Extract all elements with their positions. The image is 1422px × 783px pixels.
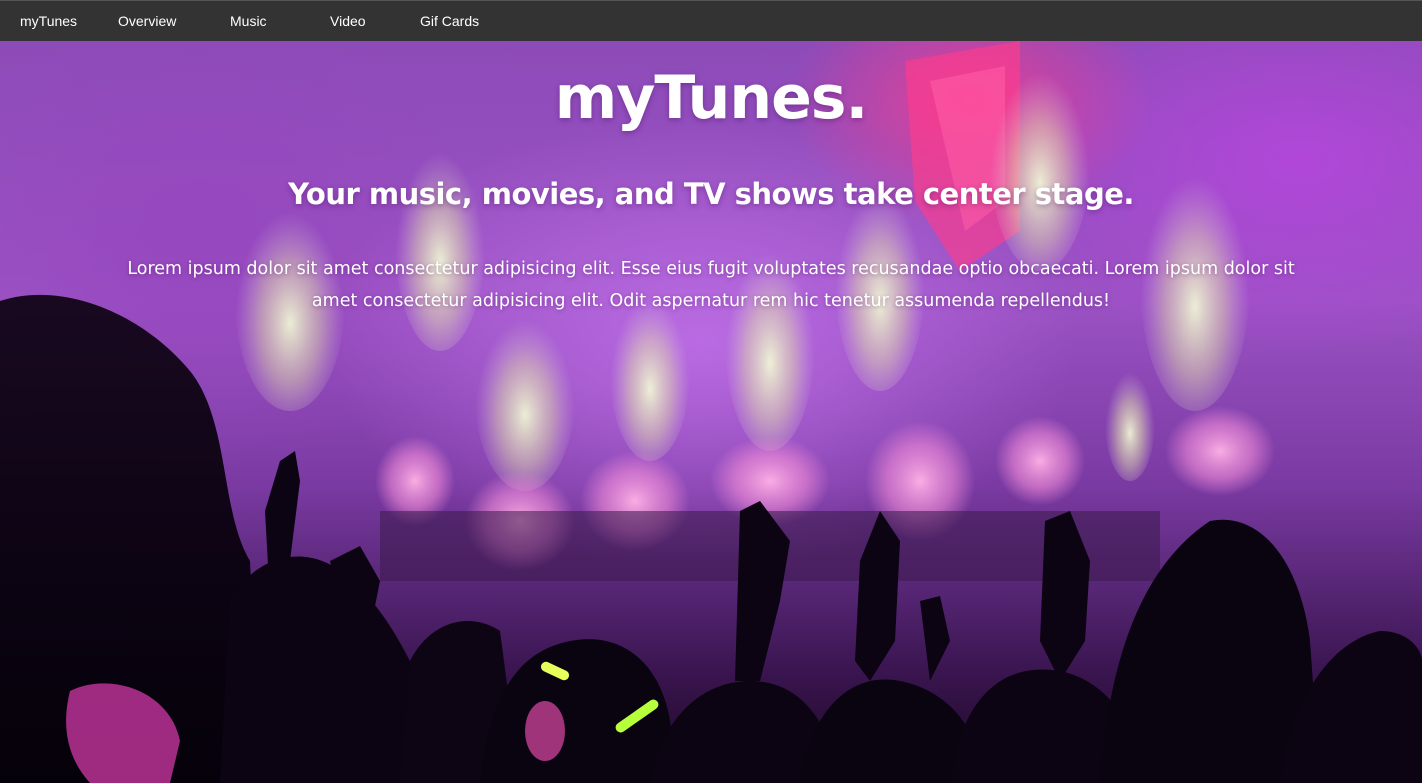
hero-subtitle: Your music, movies, and TV shows take ce… — [288, 177, 1134, 211]
nav-item-overview[interactable]: Overview — [118, 13, 230, 29]
nav-item-music[interactable]: Music — [230, 13, 330, 29]
concert-crowd-image — [0, 41, 1422, 783]
nav-brand-link[interactable]: myTunes — [20, 13, 118, 29]
hero-title: myTunes. — [554, 63, 869, 133]
top-navbar: myTunes Overview Music Video Gif Cards — [0, 0, 1422, 41]
hero-description: Lorem ipsum dolor sit amet consectetur a… — [127, 259, 1295, 311]
hero-section: myTunes. Your music, movies, and TV show… — [0, 41, 1422, 783]
nav-item-video[interactable]: Video — [330, 13, 420, 29]
nav-item-gif-cards[interactable]: Gif Cards — [420, 13, 520, 29]
